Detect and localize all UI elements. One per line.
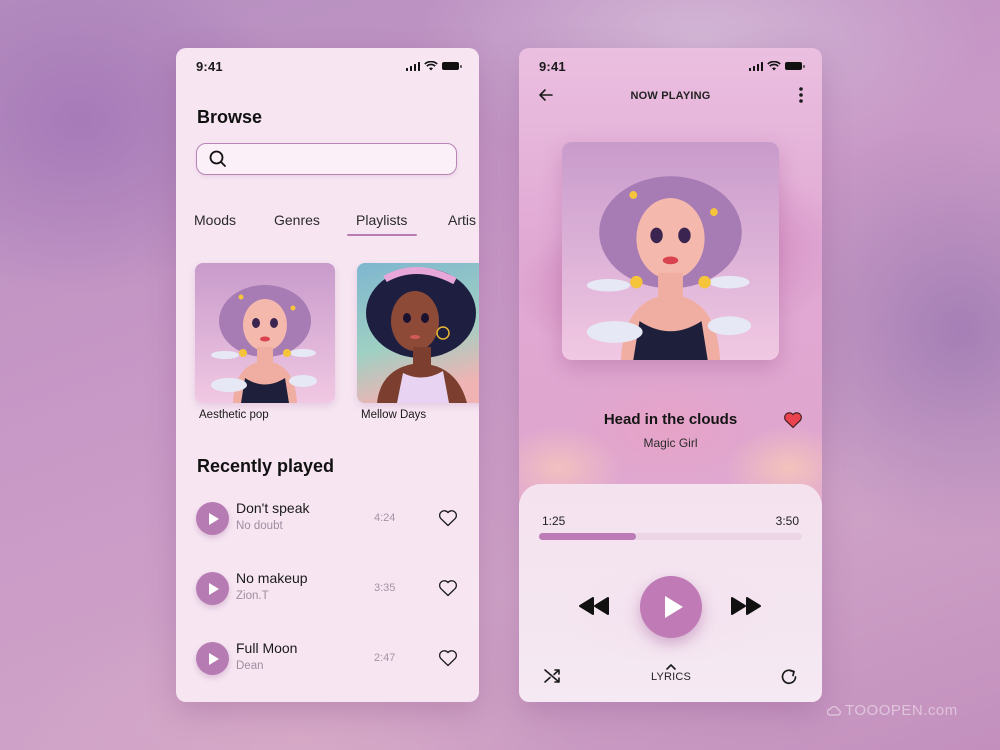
track-play-button[interactable] (196, 572, 229, 605)
search-bar[interactable] (196, 143, 457, 175)
tab-playlists[interactable]: Playlists (346, 212, 418, 236)
status-icons (405, 61, 462, 71)
song-title: Head in the clouds (603, 411, 738, 428)
search-input[interactable] (227, 144, 456, 174)
tab-artists[interactable]: Artis (448, 212, 476, 228)
battery-icon (442, 62, 462, 70)
status-icons (748, 61, 805, 71)
heart-outline-icon[interactable] (438, 649, 458, 667)
playlist-name: Mellow Days (361, 409, 427, 421)
track-artist: Zion.T (236, 590, 269, 602)
track-duration: 3:35 (374, 582, 396, 594)
rewind-icon[interactable] (577, 596, 611, 616)
playlist-card[interactable]: Aesthetic pop (195, 263, 335, 421)
track-row[interactable]: Don't speak No doubt 4:24 (196, 496, 458, 542)
girl-purple-hair-illustration (195, 263, 335, 403)
track-title: Don't speak (236, 500, 310, 516)
lyrics-button[interactable]: LYRICS (641, 664, 701, 690)
playlist-artwork (195, 263, 335, 403)
wifi-icon (424, 61, 438, 71)
play-button[interactable] (640, 576, 702, 638)
player-controls-panel: 1:25 3:50 LYRICS (519, 484, 822, 702)
progress-bar[interactable] (539, 533, 802, 540)
song-artist: Magic Girl (643, 436, 698, 450)
track-title: No makeup (236, 570, 308, 586)
heart-outline-icon[interactable] (438, 579, 458, 597)
status-time: 9:41 (539, 58, 566, 74)
track-row[interactable]: No makeup Zion.T 3:35 (196, 566, 458, 612)
time-elapsed: 1:25 (542, 514, 566, 528)
watermark: TOOOPEN.com (827, 702, 958, 719)
now-playing-screen: 9:41 NOW PLAYING Head in the clouds Magi… (519, 48, 822, 702)
track-duration: 4:24 (374, 512, 396, 524)
signal-icon (405, 61, 420, 71)
track-title: Full Moon (236, 640, 298, 656)
time-total: 3:50 (775, 514, 799, 528)
search-icon (209, 150, 226, 167)
status-bar: 9:41 (519, 48, 822, 84)
browse-screen: 9:41 Browse Moods Genres Playlists Artis (176, 48, 479, 702)
section-title-recently-played: Recently played (197, 456, 335, 476)
page-title: Browse (197, 107, 263, 127)
progress-fill (539, 533, 637, 540)
status-time: 9:41 (196, 58, 223, 74)
chevron-up-icon (666, 664, 676, 670)
lyrics-label: LYRICS (650, 671, 692, 683)
girl-purple-hair-illustration (562, 142, 779, 360)
heart-outline-icon[interactable] (438, 509, 458, 527)
tab-moods[interactable]: Moods (194, 212, 236, 228)
track-play-button[interactable] (196, 642, 229, 675)
category-tabs: Moods Genres Playlists Artis (176, 212, 479, 238)
track-duration: 2:47 (374, 652, 396, 664)
playlist-name: Aesthetic pop (199, 409, 269, 421)
tab-genres[interactable]: Genres (274, 212, 320, 228)
playlist-artwork (357, 263, 479, 403)
header-title: NOW PLAYING (630, 90, 711, 102)
battery-icon (785, 62, 805, 70)
girl-curly-hair-illustration (357, 263, 479, 403)
shuffle-icon[interactable] (543, 667, 561, 685)
track-play-button[interactable] (196, 502, 229, 535)
repeat-icon[interactable] (779, 667, 799, 687)
status-bar: 9:41 (176, 48, 479, 84)
cloud-logo-icon (827, 705, 841, 716)
watermark-text: TOOOPEN.com (845, 702, 958, 719)
album-artwork (562, 142, 779, 360)
fast-forward-icon[interactable] (729, 596, 763, 616)
signal-icon (748, 61, 763, 71)
heart-filled-icon[interactable] (783, 411, 803, 429)
now-playing-header: NOW PLAYING (519, 84, 822, 108)
more-vertical-icon[interactable] (796, 85, 806, 105)
wifi-icon (767, 61, 781, 71)
track-artist: No doubt (236, 520, 283, 532)
track-artist: Dean (236, 660, 264, 672)
track-row[interactable]: Full Moon Dean 2:47 (196, 636, 458, 682)
playlist-card[interactable]: Mellow Days (357, 263, 479, 421)
